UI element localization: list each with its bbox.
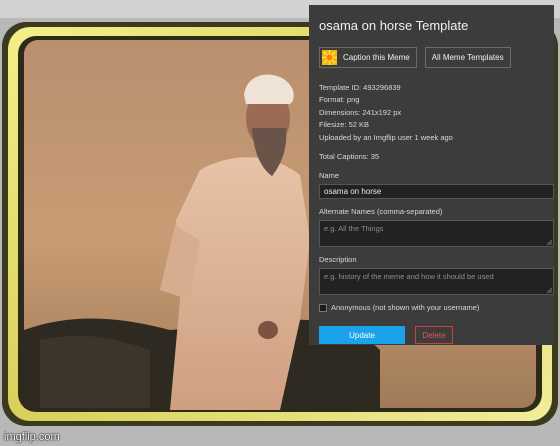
alternate-names-textarea[interactable]: e.g. All the Things	[319, 220, 554, 248]
caption-this-meme-button[interactable]: Caption this Meme	[319, 47, 417, 68]
resize-grip-icon[interactable]	[546, 287, 552, 294]
caption-sunburst-icon	[322, 50, 337, 65]
description-label: Description	[319, 255, 357, 265]
description-textarea[interactable]: e.g. history of the meme and how it shou…	[319, 268, 554, 296]
all-meme-templates-label: All Meme Templates	[431, 53, 504, 62]
anonymous-row: Anonymous (not shown with your username)	[319, 303, 554, 312]
uploaded-by-text: Uploaded by an Imgflip user 1 week ago	[319, 132, 453, 142]
meta-spacer	[319, 144, 554, 151]
anonymous-label: Anonymous (not shown with your username)	[331, 303, 480, 313]
delete-button[interactable]: Delete	[415, 326, 453, 345]
dimensions-text: Dimensions: 241x192 px	[319, 107, 402, 117]
imgflip-watermark: imgflip.com	[4, 431, 60, 443]
total-captions-text: Total Captions: 35	[319, 152, 380, 162]
caption-this-meme-label: Caption this Meme	[343, 53, 410, 62]
panel-title: osama on horse Template	[319, 18, 469, 33]
all-meme-templates-button[interactable]: All Meme Templates	[424, 47, 511, 68]
alternate-names-label: Alternate Names (comma-separated)	[319, 207, 443, 217]
format-text: Format: png	[319, 95, 360, 105]
update-button[interactable]: Update	[319, 326, 405, 345]
template-id-text: Template ID: 493296839	[319, 83, 401, 92]
page: imgflip.com osama on horse Template Capt…	[0, 0, 560, 446]
name-input[interactable]: osama on horse	[319, 184, 554, 200]
resize-grip-icon[interactable]	[546, 239, 552, 246]
anonymous-checkbox[interactable]	[319, 303, 327, 312]
action-row: Update Delete	[319, 326, 554, 345]
description-placeholder: e.g. history of the meme and how it shou…	[324, 272, 494, 282]
panel-button-row: Caption this Meme All Meme Templates	[319, 47, 554, 68]
template-info-panel: osama on horse Template Caption this Mem…	[309, 5, 554, 345]
filesize-text: Filesize: 52 KB	[319, 120, 370, 130]
alternate-names-placeholder: e.g. All the Things	[324, 224, 384, 234]
name-label: Name	[319, 171, 340, 181]
